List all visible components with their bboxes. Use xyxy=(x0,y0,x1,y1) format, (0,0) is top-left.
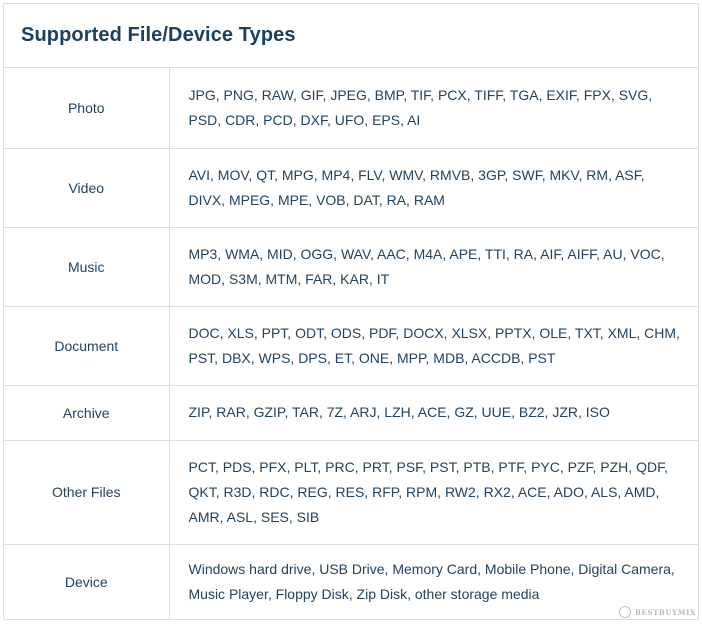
table-row-music: Music MP3, WMA, MID, OGG, WAV, AAC, M4A,… xyxy=(4,227,698,307)
types-cell: DOC, XLS, PPT, ODT, ODS, PDF, DOCX, XLSX… xyxy=(169,306,698,386)
types-cell: MP3, WMA, MID, OGG, WAV, AAC, M4A, APE, … xyxy=(169,227,698,307)
category-cell: Photo xyxy=(4,68,170,149)
category-cell: Document xyxy=(4,306,170,386)
types-cell: PCT, PDS, PFX, PLT, PRC, PRT, PSF, PST, … xyxy=(169,440,698,545)
table-row-video: Video AVI, MOV, QT, MPG, MP4, FLV, WMV, … xyxy=(4,148,698,228)
types-cell: ZIP, RAR, GZIP, TAR, 7Z, ARJ, LZH, ACE, … xyxy=(169,385,698,441)
category-cell: Archive xyxy=(4,385,170,441)
title-bar: Supported File/Device Types xyxy=(4,4,698,68)
types-cell: AVI, MOV, QT, MPG, MP4, FLV, WMV, RMVB, … xyxy=(169,148,698,228)
bestbuymix-logo-icon xyxy=(619,606,631,618)
category-cell: Video xyxy=(4,148,170,228)
supported-types-table: Photo JPG, PNG, RAW, GIF, JPEG, BMP, TIF… xyxy=(4,68,698,619)
page-title: Supported File/Device Types xyxy=(21,24,296,46)
table-row-other-files: Other Files PCT, PDS, PFX, PLT, PRC, PRT… xyxy=(4,440,698,545)
table-row-document: Document DOC, XLS, PPT, ODT, ODS, PDF, D… xyxy=(4,306,698,386)
category-cell: Device xyxy=(4,544,170,619)
table-row-device: Device Windows hard drive, USB Drive, Me… xyxy=(4,544,698,619)
table-row-photo: Photo JPG, PNG, RAW, GIF, JPEG, BMP, TIF… xyxy=(4,68,698,149)
category-cell: Music xyxy=(4,227,170,307)
supported-types-card: Supported File/Device Types Photo JPG, P… xyxy=(3,3,699,620)
table-row-archive: Archive ZIP, RAR, GZIP, TAR, 7Z, ARJ, LZ… xyxy=(4,385,698,441)
types-cell: JPG, PNG, RAW, GIF, JPEG, BMP, TIF, PCX,… xyxy=(169,68,698,149)
watermark-text: BESTBUYMIX xyxy=(635,607,696,617)
category-cell: Other Files xyxy=(4,440,170,545)
watermark: BESTBUYMIX xyxy=(619,606,696,618)
